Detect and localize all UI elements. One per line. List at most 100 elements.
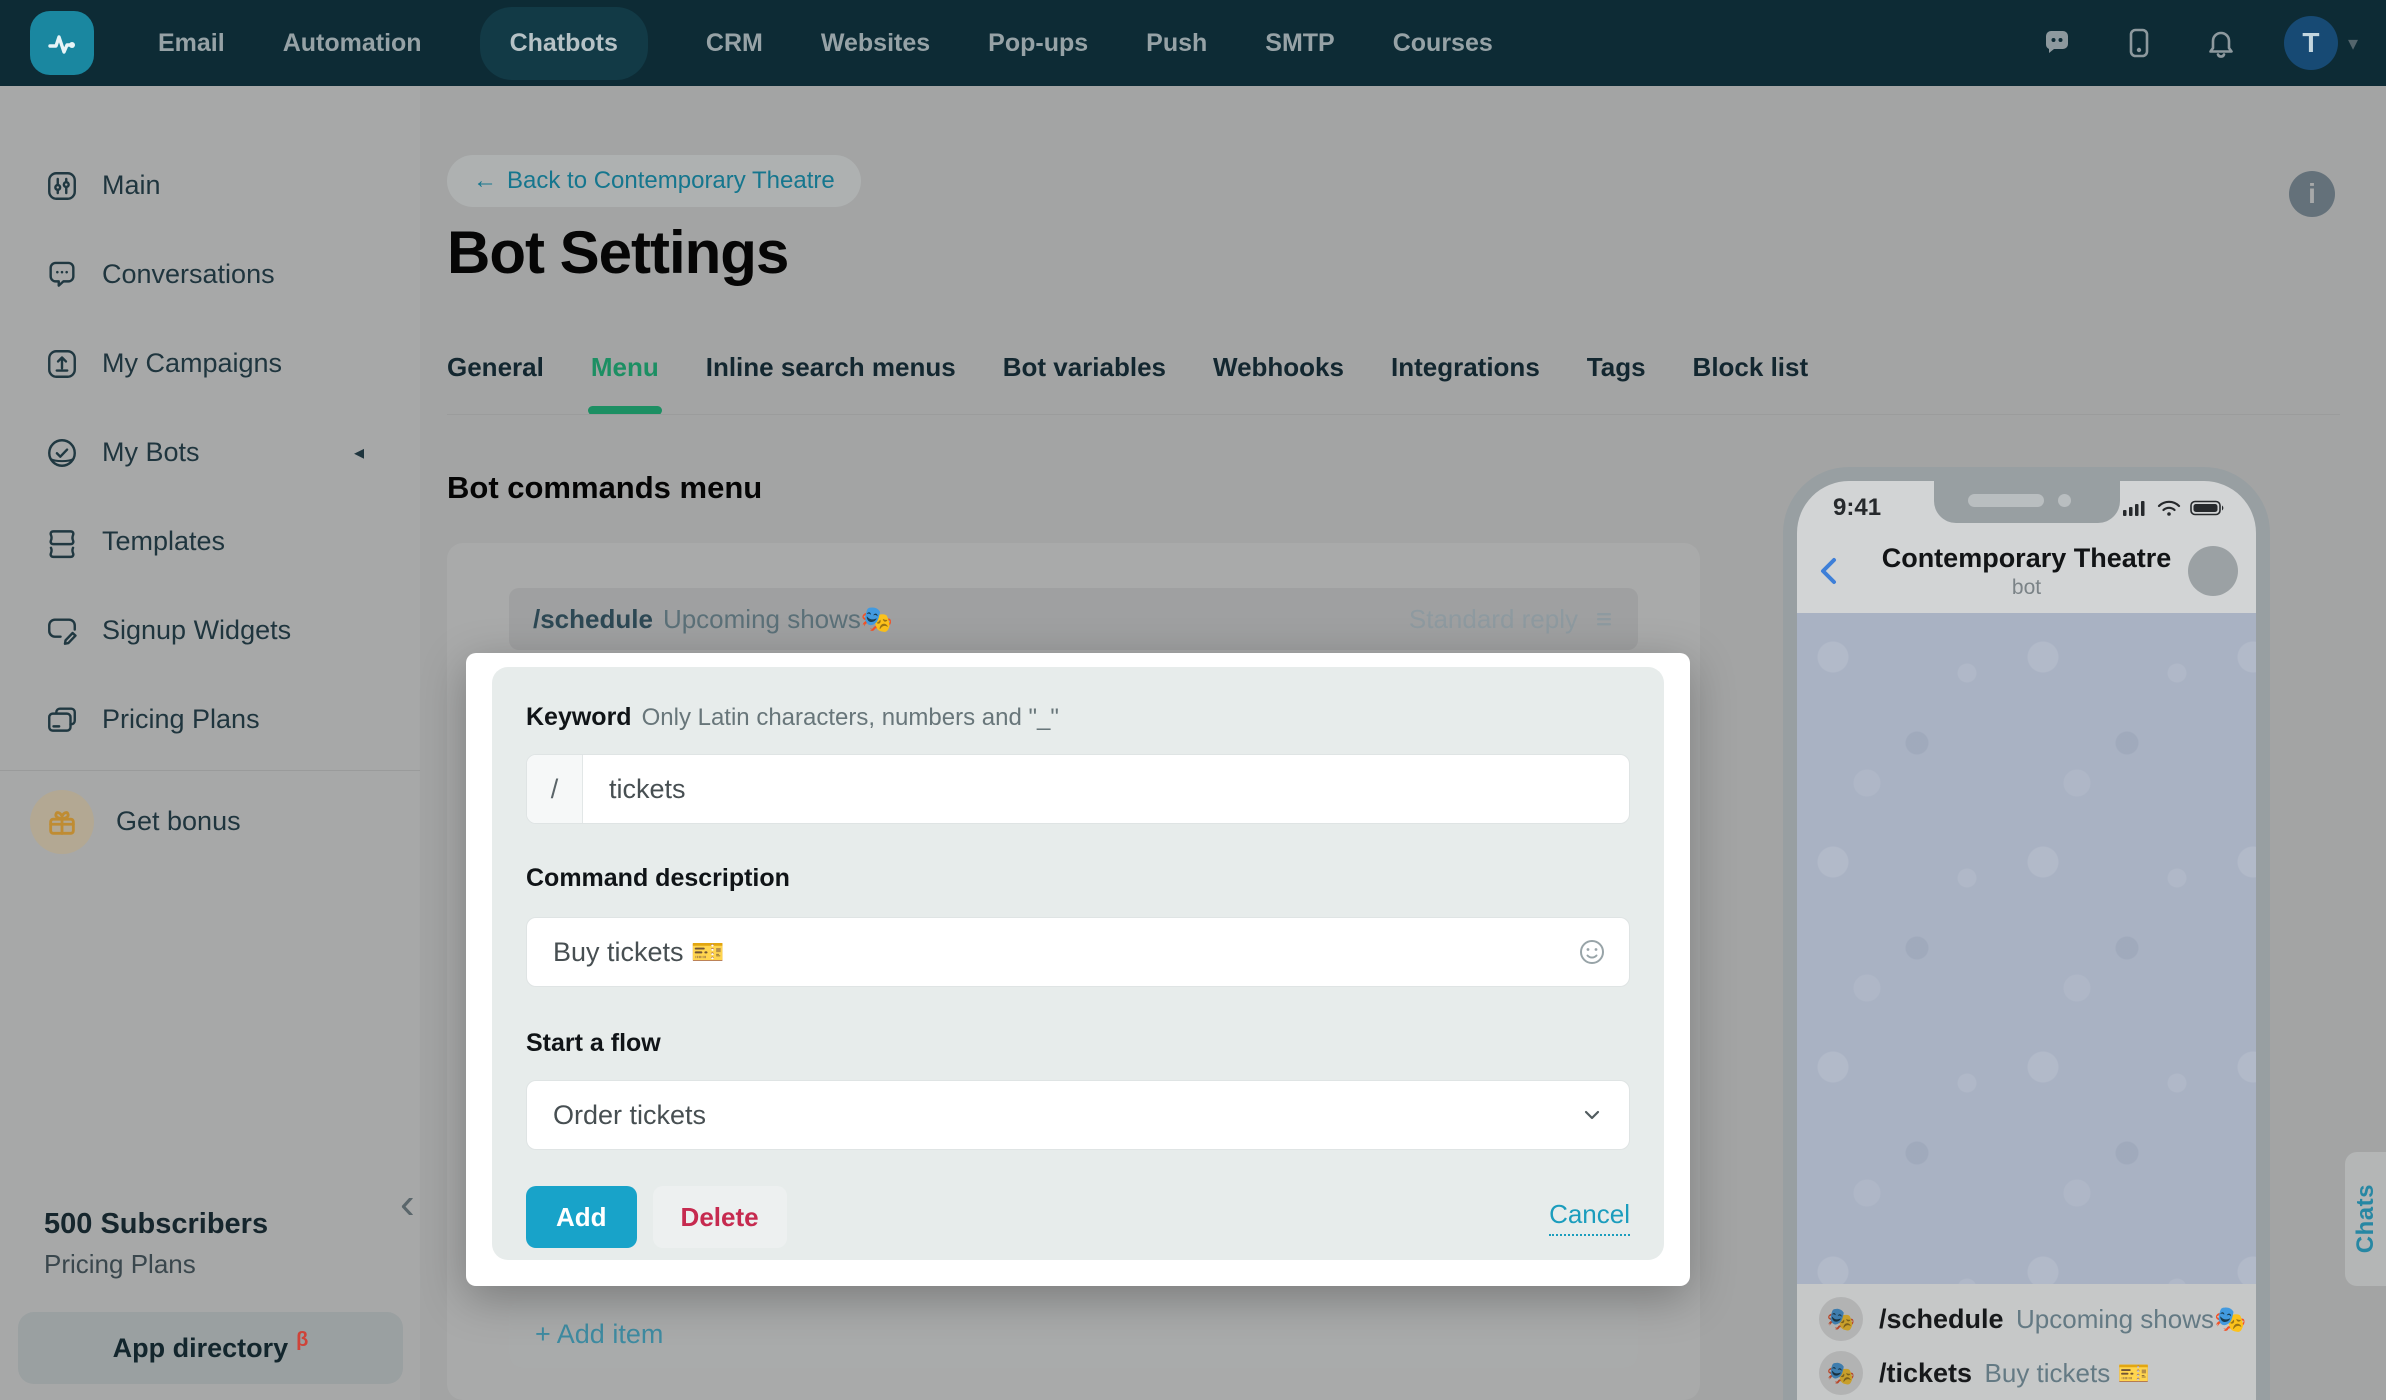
add-button[interactable]: Add bbox=[526, 1186, 637, 1248]
phone-notch bbox=[1934, 481, 2120, 523]
tabs-divider bbox=[447, 414, 2340, 415]
nav-item-push[interactable]: Push bbox=[1146, 29, 1207, 58]
emoji-picker-icon[interactable] bbox=[1576, 936, 1608, 968]
menu-command: /schedule bbox=[1879, 1304, 2004, 1334]
status-icons bbox=[2122, 499, 2226, 517]
avatar: T bbox=[2284, 16, 2338, 70]
caret-down-icon: ▾ bbox=[2348, 31, 2358, 56]
sidebar-item-label: My Bots bbox=[102, 437, 200, 468]
description-input[interactable] bbox=[526, 917, 1630, 987]
chat-title: Contemporary Theatre bbox=[1865, 543, 2188, 574]
tab-tags[interactable]: Tags bbox=[1587, 352, 1646, 415]
tab-webhooks[interactable]: Webhooks bbox=[1213, 352, 1344, 415]
nav-item-chatbots[interactable]: Chatbots bbox=[480, 7, 648, 80]
menu-description: Buy tickets 🎫 bbox=[1985, 1358, 2150, 1388]
nav-item-email[interactable]: Email bbox=[158, 29, 225, 58]
back-link[interactable]: ← Back to Contemporary Theatre bbox=[447, 155, 861, 207]
sidebar-item-templates[interactable]: Templates bbox=[0, 497, 420, 586]
caret-left-icon[interactable]: ◂ bbox=[354, 440, 364, 465]
layers-icon bbox=[44, 524, 80, 560]
chats-side-tab[interactable]: Chats bbox=[2345, 1152, 2386, 1286]
chat-title-block: Contemporary Theatre bot bbox=[1865, 543, 2188, 600]
phone-top-bars: 9:41 Contemporary Theatre bot bbox=[1797, 481, 2256, 613]
nav-item-smtp[interactable]: SMTP bbox=[1265, 29, 1334, 58]
add-item-label: + Add item bbox=[535, 1319, 663, 1350]
command-reply-type: Standard reply bbox=[1409, 604, 1578, 635]
credit-card-icon bbox=[44, 702, 80, 738]
sidebar-item-label: Main bbox=[102, 170, 161, 201]
top-navbar: Email Automation Chatbots CRM Websites P… bbox=[0, 0, 2386, 86]
tab-menu[interactable]: Menu bbox=[591, 352, 659, 415]
back-label: Back to Contemporary Theatre bbox=[507, 167, 835, 194]
add-item-button[interactable]: + Add item bbox=[509, 1300, 1638, 1368]
theatre-masks-icon: 🎭 bbox=[1819, 1351, 1863, 1395]
back-arrow-icon: ← bbox=[473, 167, 497, 194]
chat-bubble-icon bbox=[44, 257, 80, 293]
app-directory-button[interactable]: App directory β bbox=[18, 1312, 403, 1384]
command-row-schedule[interactable]: /schedule Upcoming shows🎭 Standard reply bbox=[509, 588, 1638, 650]
modal-actions: Add Delete Cancel bbox=[526, 1186, 1630, 1248]
sidebar-item-label: My Campaigns bbox=[102, 348, 282, 379]
info-icon[interactable]: i bbox=[2289, 171, 2335, 217]
sidebar-item-label: Pricing Plans bbox=[102, 704, 260, 735]
sidebar-collapse-icon[interactable]: ‹ bbox=[400, 1182, 415, 1226]
menu-row-schedule: 🎭 /schedule Upcoming shows🎭 bbox=[1797, 1292, 2256, 1346]
chat-background bbox=[1797, 613, 2256, 1284]
tab-integrations[interactable]: Integrations bbox=[1391, 352, 1540, 415]
tab-inline-search-menus[interactable]: Inline search menus bbox=[706, 352, 956, 415]
page-title: Bot Settings bbox=[447, 218, 788, 287]
cancel-button[interactable]: Cancel bbox=[1549, 1199, 1630, 1236]
keyword-input-group: / bbox=[526, 754, 1630, 824]
sidebar: Main Conversations My Campaigns My Bots bbox=[0, 86, 420, 1400]
beta-badge: β bbox=[296, 1329, 308, 1352]
sidebar-item-signup-widgets[interactable]: Signup Widgets bbox=[0, 586, 420, 675]
mobile-app-icon[interactable] bbox=[2120, 24, 2158, 62]
drag-handle-icon[interactable] bbox=[1594, 610, 1614, 628]
sidebar-item-label: Conversations bbox=[102, 259, 275, 290]
tab-bot-variables[interactable]: Bot variables bbox=[1003, 352, 1166, 415]
pulse-icon bbox=[42, 23, 82, 63]
sidebar-item-conversations[interactable]: Conversations bbox=[0, 230, 420, 319]
sidebar-item-main[interactable]: Main bbox=[0, 141, 420, 230]
subscribers-count: 500 Subscribers bbox=[44, 1208, 268, 1241]
brand-logo[interactable] bbox=[30, 11, 94, 75]
delete-button[interactable]: Delete bbox=[653, 1186, 787, 1248]
sidebar-item-label: Signup Widgets bbox=[102, 615, 291, 646]
nav-item-websites[interactable]: Websites bbox=[821, 29, 930, 58]
nav-item-crm[interactable]: CRM bbox=[706, 29, 763, 58]
keyword-input[interactable] bbox=[583, 755, 1629, 823]
nav-item-courses[interactable]: Courses bbox=[1393, 29, 1493, 58]
support-chat-icon[interactable] bbox=[2038, 24, 2076, 62]
settings-tabs: General Menu Inline search menus Bot var… bbox=[447, 352, 1808, 415]
sidebar-item-label: Get bonus bbox=[116, 806, 241, 837]
edit-command-modal: Keyword Only Latin characters, numbers a… bbox=[466, 653, 1690, 1286]
sidebar-item-my-bots[interactable]: My Bots ◂ bbox=[0, 408, 420, 497]
nav-item-automation[interactable]: Automation bbox=[283, 29, 422, 58]
tab-block-list[interactable]: Block list bbox=[1693, 352, 1809, 415]
sidebar-item-my-campaigns[interactable]: My Campaigns bbox=[0, 319, 420, 408]
nav-item-popups[interactable]: Pop-ups bbox=[988, 29, 1088, 58]
sidebar-nav: Main Conversations My Campaigns My Bots bbox=[0, 86, 420, 866]
pricing-plans-link[interactable]: Pricing Plans bbox=[44, 1249, 268, 1280]
flow-select-value: Order tickets bbox=[553, 1100, 706, 1131]
slash-prefix: / bbox=[527, 755, 583, 823]
controls-icon bbox=[44, 168, 80, 204]
chevron-left-icon bbox=[1815, 554, 1865, 588]
keyword-label: Keyword bbox=[526, 703, 632, 732]
gift-icon bbox=[30, 790, 94, 854]
app-root: Email Automation Chatbots CRM Websites P… bbox=[0, 0, 2386, 1400]
subscribers-summary: 500 Subscribers Pricing Plans bbox=[44, 1208, 268, 1280]
chat-avatar bbox=[2188, 546, 2238, 596]
sidebar-item-get-bonus[interactable]: Get bonus bbox=[0, 777, 420, 866]
flow-select[interactable]: Order tickets bbox=[526, 1080, 1630, 1150]
primary-nav: Email Automation Chatbots CRM Websites P… bbox=[158, 7, 1493, 80]
wifi-icon bbox=[2156, 499, 2182, 517]
notifications-bell-icon[interactable] bbox=[2202, 24, 2240, 62]
chat-subtitle: bot bbox=[1865, 576, 2188, 600]
tab-general[interactable]: General bbox=[447, 352, 544, 415]
theatre-masks-icon: 🎭 bbox=[1819, 1297, 1863, 1341]
account-menu[interactable]: T ▾ bbox=[2284, 16, 2358, 70]
bot-menu-preview: 🎭 /schedule Upcoming shows🎭 🎭 /tickets B… bbox=[1797, 1284, 2256, 1400]
signal-icon bbox=[2122, 499, 2148, 517]
sidebar-item-pricing-plans[interactable]: Pricing Plans bbox=[0, 675, 420, 764]
